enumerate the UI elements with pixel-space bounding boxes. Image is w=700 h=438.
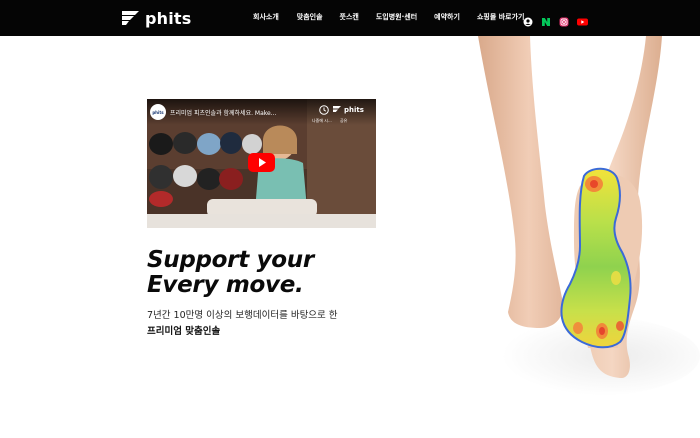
header-icons <box>523 12 588 27</box>
share-label[interactable]: 공유 <box>340 118 347 124</box>
user-icon[interactable] <box>523 12 533 27</box>
headline-line-1: Support your <box>147 247 314 273</box>
phits-logo-icon <box>122 11 139 25</box>
video-title[interactable]: 프리미엄 피츠인솔과 함께하세요. Make... <box>170 108 276 117</box>
watch-later-label: 나중에 시... <box>312 118 332 123</box>
channel-avatar[interactable]: phits <box>150 104 166 120</box>
youtube-video-embed[interactable]: phits 프리미엄 피츠인솔과 함께하세요. Make... 나중에 시...… <box>147 99 376 228</box>
nav-custom-insole[interactable]: 맞춤인솔 <box>297 12 323 22</box>
video-brand-mark: phits <box>344 106 364 114</box>
nav-reservation[interactable]: 예약하기 <box>434 12 460 22</box>
nav-company[interactable]: 회사소개 <box>253 12 279 22</box>
watch-later-icon[interactable] <box>319 105 329 115</box>
hero-headline: Support your Every move. <box>147 248 314 298</box>
logo-text: phits <box>145 8 192 28</box>
hero-subtext: 7년간 10만명 이상의 보행데이터를 바탕으로 한 <box>147 310 338 321</box>
hero-subtext-bold: 프리미엄 맞춤인솔 <box>147 326 221 337</box>
nav-partner-hospitals[interactable]: 도입병원·센터 <box>376 12 417 22</box>
instagram-icon[interactable] <box>559 12 569 27</box>
headline-line-2: Every move. <box>147 272 304 298</box>
phits-logo[interactable]: phits <box>121 8 192 28</box>
top-navigation-bar: phits 회사소개 맞춤인솔 풋스캔 도입병원·센터 예약하기 쇼핑몰 바로가… <box>0 0 700 36</box>
youtube-play-icon[interactable] <box>248 153 275 172</box>
nav-foot-scan[interactable]: 풋스캔 <box>340 12 359 22</box>
share-arrow-icon[interactable] <box>332 105 343 114</box>
foot-pressure-hero-image <box>470 36 700 438</box>
naver-icon[interactable] <box>541 12 551 26</box>
nav-shopping-mall[interactable]: 쇼핑몰 바로가기 <box>477 12 525 22</box>
youtube-icon[interactable] <box>577 12 588 26</box>
main-nav: 회사소개 맞춤인솔 풋스캔 도입병원·센터 예약하기 쇼핑몰 바로가기 <box>253 12 524 22</box>
channel-avatar-label: phits <box>152 109 164 115</box>
